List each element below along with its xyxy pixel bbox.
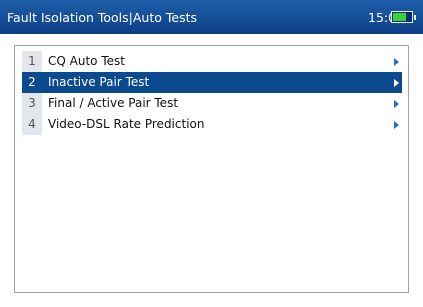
menu-item-number: 4 [22,114,42,135]
auto-tests-menu: 1 CQ Auto Test 2 Inactive Pair Test 3 Fi… [14,45,409,293]
page-title: Fault Isolation Tools|Auto Tests [7,10,197,25]
menu-item-label: CQ Auto Test [48,54,125,68]
menu-item-cq-auto-test[interactable]: 1 CQ Auto Test [22,51,402,72]
chevron-right-icon [394,121,399,129]
menu-item-number: 3 [22,93,42,114]
menu-item-label: Final / Active Pair Test [48,96,179,110]
battery-charging-icon [391,11,416,23]
menu-list: 1 CQ Auto Test 2 Inactive Pair Test 3 Fi… [22,51,402,135]
chevron-right-icon [394,100,399,108]
menu-item-label: Video-DSL Rate Prediction [48,117,205,131]
title-bar: Fault Isolation Tools|Auto Tests 15:01 [0,0,423,34]
battery-level-fill [393,13,406,21]
chevron-right-icon [394,79,399,87]
menu-item-number: 1 [22,51,42,72]
menu-item-number: 2 [22,72,42,93]
screen: Fault Isolation Tools|Auto Tests 15:01 1… [0,0,423,307]
menu-item-label: Inactive Pair Test [48,75,150,89]
chevron-right-icon [394,58,399,66]
menu-item-final-active-pair-test[interactable]: 3 Final / Active Pair Test [22,93,402,114]
menu-item-inactive-pair-test[interactable]: 2 Inactive Pair Test [22,72,402,93]
menu-item-video-dsl-rate-prediction[interactable]: 4 Video-DSL Rate Prediction [22,114,402,135]
